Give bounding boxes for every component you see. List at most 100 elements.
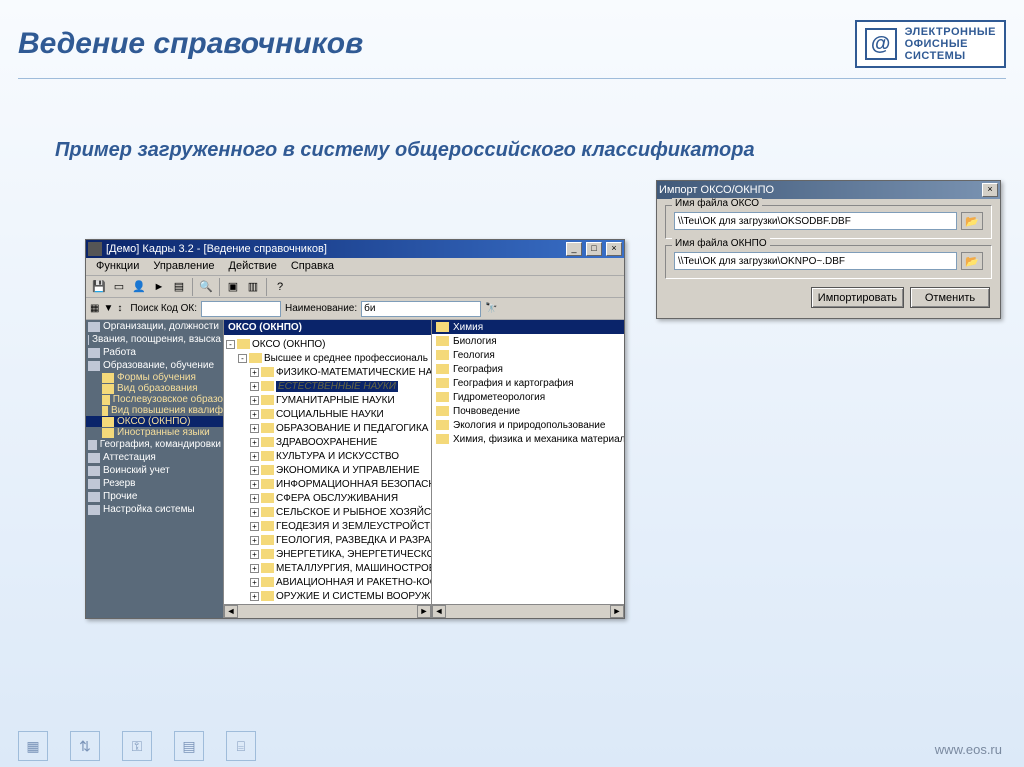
list-item[interactable]: География и картография: [432, 376, 624, 390]
search-name-input[interactable]: [361, 301, 481, 317]
h-scrollbar[interactable]: ◄ ►: [224, 604, 431, 618]
tree-node[interactable]: +СФЕРА ОБСЛУЖИВАНИЯ: [226, 491, 429, 505]
tree-node[interactable]: +АВИАЦИОННАЯ И РАКЕТНО-КОС: [226, 575, 429, 589]
tree-node[interactable]: +КУЛЬТУРА И ИСКУССТВО: [226, 449, 429, 463]
maximize-button[interactable]: □: [586, 242, 602, 256]
list-item[interactable]: Химия, физика и механика материало: [432, 432, 624, 446]
expand-toggle[interactable]: -: [238, 354, 247, 363]
menu-item[interactable]: Действие: [223, 259, 283, 274]
tb-run-icon[interactable]: ►: [150, 278, 168, 296]
dialog-titlebar[interactable]: Импорт ОКСО/ОКНПО ×: [657, 181, 1000, 199]
tb-card-icon[interactable]: ▭: [110, 278, 128, 296]
menu-item[interactable]: Управление: [147, 259, 220, 274]
tree-node[interactable]: -Высшее и среднее профессиональ: [226, 351, 429, 365]
expand-toggle[interactable]: +: [250, 592, 259, 601]
expand-toggle[interactable]: +: [250, 522, 259, 531]
tb-user-icon[interactable]: 👤: [130, 278, 148, 296]
nav-category[interactable]: Работа: [86, 346, 223, 359]
tree-node[interactable]: +СОЦИАЛЬНЫЕ НАУКИ: [226, 407, 429, 421]
tb-book-icon[interactable]: ▥: [244, 278, 262, 296]
expand-toggle[interactable]: +: [250, 368, 259, 377]
titlebar[interactable]: [Демо] Кадры 3.2 - [Ведение справочников…: [86, 240, 624, 258]
expand-toggle[interactable]: +: [250, 480, 259, 489]
tree-node[interactable]: +ЭКОНОМИКА И УПРАВЛЕНИЕ: [226, 463, 429, 477]
tree-node[interactable]: +ОРУЖИЕ И СИСТЕМЫ ВООРУЖЕ: [226, 589, 429, 603]
dialog-close-button[interactable]: ×: [982, 183, 998, 197]
search-code-input[interactable]: [201, 301, 281, 317]
tb-filter-icon[interactable]: ▼: [103, 303, 113, 314]
h-scrollbar-right[interactable]: ◄ ►: [432, 604, 624, 618]
tb-sort-icon[interactable]: ↕: [117, 303, 122, 314]
close-button[interactable]: ×: [606, 242, 622, 256]
list-item[interactable]: Экология и природопользование: [432, 418, 624, 432]
expand-toggle[interactable]: +: [250, 494, 259, 503]
tb-help-icon[interactable]: ?: [271, 278, 289, 296]
nav-category[interactable]: Резерв: [86, 477, 223, 490]
nav-category[interactable]: Аттестация: [86, 451, 223, 464]
list-item[interactable]: География: [432, 362, 624, 376]
nav-child[interactable]: Вид образования: [86, 383, 223, 394]
tree-node[interactable]: +ЗДРАВООХРАНЕНИЕ: [226, 435, 429, 449]
nav-category[interactable]: Образование, обучение: [86, 359, 223, 372]
nav-category[interactable]: Прочие: [86, 490, 223, 503]
nav-category[interactable]: Настройка системы: [86, 503, 223, 516]
scroll-right-icon[interactable]: ►: [417, 605, 431, 618]
minimize-button[interactable]: _: [566, 242, 582, 256]
oknpo-path-input[interactable]: [674, 252, 957, 270]
binoculars-icon[interactable]: 🔭: [485, 303, 497, 314]
tree-node[interactable]: +ЕСТЕСТВЕННЫЕ НАУКИ: [226, 379, 429, 393]
tb-doc-icon[interactable]: ▤: [170, 278, 188, 296]
expand-toggle[interactable]: -: [226, 340, 235, 349]
tb-tree-icon[interactable]: ▣: [224, 278, 242, 296]
tree-node[interactable]: +ЭНЕРГЕТИКА, ЭНЕРГЕТИЧЕСКО: [226, 547, 429, 561]
list-item[interactable]: Биология: [432, 334, 624, 348]
expand-toggle[interactable]: +: [250, 564, 259, 573]
expand-toggle[interactable]: +: [250, 466, 259, 475]
tree-node[interactable]: +ИНФОРМАЦИОННАЯ БЕЗОПАСНО: [226, 477, 429, 491]
tree-node[interactable]: +ГЕОДЕЗИЯ И ЗЕМЛЕУСТРОЙСТВ: [226, 519, 429, 533]
browse-okso-button[interactable]: 📂: [961, 212, 983, 230]
right-list[interactable]: ХимияБиологияГеологияГеографияГеография …: [432, 320, 624, 604]
scroll-right-icon[interactable]: ►: [610, 605, 624, 618]
expand-toggle[interactable]: +: [250, 536, 259, 545]
expand-toggle[interactable]: +: [250, 438, 259, 447]
tree-node[interactable]: +ФИЗИКО-МАТЕМАТИЧЕСКИЕ НАУ: [226, 365, 429, 379]
cancel-button[interactable]: Отменить: [910, 287, 990, 308]
list-item[interactable]: Геология: [432, 348, 624, 362]
tree-node[interactable]: +ГУМАНИТАРНЫЕ НАУКИ: [226, 393, 429, 407]
nav-child[interactable]: ОКСО (ОКНПО): [86, 416, 223, 427]
list-item[interactable]: Гидрометеорология: [432, 390, 624, 404]
nav-child[interactable]: Вид повышения квалиф: [86, 405, 223, 416]
import-button[interactable]: Импортировать: [811, 287, 904, 308]
browse-oknpo-button[interactable]: 📂: [961, 252, 983, 270]
nav-category[interactable]: Организации, должности: [86, 320, 223, 333]
nav-child[interactable]: Иностранные языки: [86, 427, 223, 438]
tree-node[interactable]: +СЕЛЬСКОЕ И РЫБНОЕ ХОЗЯЙСТ: [226, 505, 429, 519]
expand-toggle[interactable]: +: [250, 578, 259, 587]
expand-toggle[interactable]: +: [250, 452, 259, 461]
expand-toggle[interactable]: +: [250, 410, 259, 419]
expand-toggle[interactable]: +: [250, 508, 259, 517]
tree-node[interactable]: +ГЕОЛОГИЯ, РАЗВЕДКА И РАЗРА: [226, 533, 429, 547]
scroll-left-icon[interactable]: ◄: [224, 605, 238, 618]
list-item[interactable]: Химия: [432, 320, 624, 334]
expand-toggle[interactable]: +: [250, 424, 259, 433]
tree-node[interactable]: +МЕТАЛЛУРГИЯ, МАШИНОСТРОЕ: [226, 561, 429, 575]
tb-search-icon[interactable]: 🔍: [197, 278, 215, 296]
nav-category[interactable]: Воинский учет: [86, 464, 223, 477]
menu-item[interactable]: Функции: [90, 259, 145, 274]
nav-child[interactable]: Послевузовское образо: [86, 394, 223, 405]
tb-save-icon[interactable]: 💾: [90, 278, 108, 296]
scroll-left-icon[interactable]: ◄: [432, 605, 446, 618]
tree-node[interactable]: -ОКСО (ОКНПО): [226, 337, 429, 351]
expand-toggle[interactable]: +: [250, 396, 259, 405]
tb-grid-icon[interactable]: ▦: [90, 303, 99, 314]
list-item[interactable]: Почвоведение: [432, 404, 624, 418]
expand-toggle[interactable]: +: [250, 382, 259, 391]
expand-toggle[interactable]: +: [250, 550, 259, 559]
nav-child[interactable]: Формы обучения: [86, 372, 223, 383]
nav-category[interactable]: Звания, поощрения, взыска: [86, 333, 223, 346]
nav-category[interactable]: География, командировки: [86, 438, 223, 451]
tree-node[interactable]: +ОБРАЗОВАНИЕ И ПЕДАГОГИКА: [226, 421, 429, 435]
okso-tree[interactable]: -ОКСО (ОКНПО)-Высшее и среднее профессио…: [224, 335, 431, 604]
